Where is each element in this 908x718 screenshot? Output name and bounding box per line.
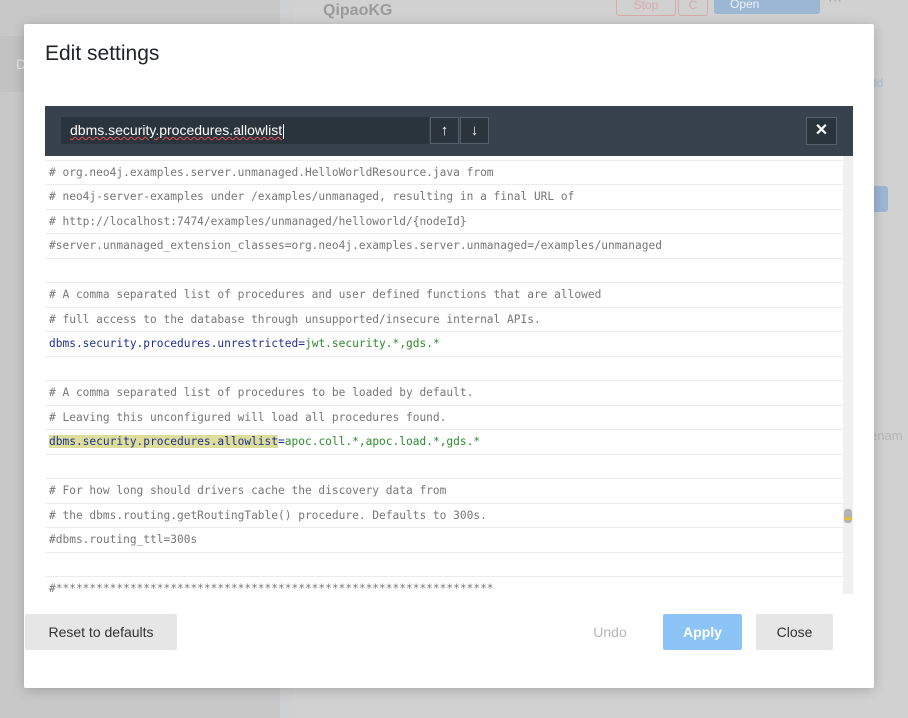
arrow-up-icon: ↑ <box>440 122 449 139</box>
code-comment: # the dbms.routing.getRoutingTable() pro… <box>49 508 487 522</box>
setting-value: jwt.security.*,gds.* <box>304 337 440 350</box>
equals-sign: = <box>298 337 305 350</box>
setting-key: dbms.security.procedures.unrestricted <box>49 337 299 350</box>
code-line[interactable] <box>45 553 843 577</box>
code-line[interactable]: # org.neo4j.examples.server.unmanaged.He… <box>45 161 843 185</box>
code-comment: # A comma separated list of procedures a… <box>49 288 602 301</box>
code-line[interactable]: dbms.security.procedures.unrestricted=jw… <box>45 332 843 357</box>
equals-sign: = <box>278 435 285 448</box>
code-line[interactable]: dbms.security.procedures.allowlist=apoc.… <box>45 430 843 455</box>
apply-button[interactable]: Apply <box>663 614 742 650</box>
close-icon: ✕ <box>814 122 829 139</box>
code-comment: # For how long should drivers cache the … <box>49 484 447 497</box>
close-search-button[interactable]: ✕ <box>806 117 837 145</box>
code-comment: # org.neo4j.examples.server.unmanaged.He… <box>49 165 494 179</box>
search-input-value: dbms.security.procedures.allowlist <box>70 122 283 138</box>
search-match-highlight: dbms.security.procedures.allowlist <box>49 435 279 448</box>
code-line[interactable]: # A comma separated list of procedures t… <box>45 381 843 406</box>
previous-match-button[interactable]: ↑ <box>430 117 459 144</box>
background-stop-button: Stop <box>616 0 676 16</box>
search-match-marker <box>844 517 852 520</box>
code-line[interactable] <box>45 357 843 381</box>
background-rename-text: enam <box>870 428 903 443</box>
code-comment: # http://localhost:7474/examples/unmanag… <box>49 214 467 228</box>
code-line[interactable]: # neo4j-server-examples under /examples/… <box>45 185 843 210</box>
settings-editor[interactable]: dbms.security.procedures.allowlist ↑ ↓ ✕… <box>45 106 853 594</box>
background-restart-button: C <box>678 0 708 16</box>
code-line[interactable]: # A comma separated list of procedures a… <box>45 283 843 308</box>
code-line[interactable]: #server.unmanaged_extension_classes=org.… <box>45 234 843 259</box>
code-comment: #server.unmanaged_extension_classes=org.… <box>49 239 662 252</box>
background-open-button: Open <box>714 0 820 14</box>
code-comment: # Leaving this unconfigured will load al… <box>49 410 447 424</box>
code-comment: # neo4j-server-examples under /examples/… <box>49 190 575 203</box>
code-line[interactable] <box>45 455 843 479</box>
arrow-down-icon: ↓ <box>470 122 479 139</box>
scrollbar-thumb[interactable] <box>844 509 852 523</box>
background-more-icon: ⋯ <box>828 0 842 8</box>
background-project-title: QipaoKG <box>323 2 393 19</box>
code-line[interactable]: # For how long should drivers cache the … <box>45 479 843 504</box>
code-line[interactable]: #dbms.routing_ttl=300s <box>45 528 843 553</box>
next-match-button[interactable]: ↓ <box>460 117 489 144</box>
text-caret <box>283 123 285 139</box>
search-input[interactable]: dbms.security.procedures.allowlist <box>61 117 429 144</box>
code-line[interactable]: # http://localhost:7474/examples/unmanag… <box>45 210 843 234</box>
close-button[interactable]: Close <box>756 614 833 650</box>
reset-to-defaults-button[interactable]: Reset to defaults <box>25 614 177 650</box>
search-bar: dbms.security.procedures.allowlist ↑ ↓ ✕ <box>45 106 853 156</box>
code-comment: # A comma separated list of procedures t… <box>49 386 474 399</box>
code-line[interactable]: # full access to the database through un… <box>45 308 843 332</box>
code-line[interactable]: # the dbms.routing.getRoutingTable() pro… <box>45 504 843 528</box>
code-line[interactable]: #***************************************… <box>45 577 843 594</box>
dialog-title: Edit settings <box>45 42 160 65</box>
code-comment: # full access to the database through un… <box>49 312 541 326</box>
undo-button[interactable]: Undo <box>584 614 636 650</box>
code-line[interactable] <box>45 259 843 283</box>
code-area[interactable]: # under the mountpoint specified. Uncomm… <box>45 150 843 594</box>
editor-scrollbar[interactable] <box>843 156 853 594</box>
setting-value: apoc.coll.*,apoc.load.*,gds.* <box>284 435 481 448</box>
code-comment: #dbms.routing_ttl=300s <box>49 533 198 546</box>
edit-settings-dialog: Edit settings dbms.security.procedures.a… <box>24 24 874 688</box>
code-comment: #***************************************… <box>49 582 494 594</box>
code-line[interactable]: # Leaving this unconfigured will load al… <box>45 406 843 430</box>
